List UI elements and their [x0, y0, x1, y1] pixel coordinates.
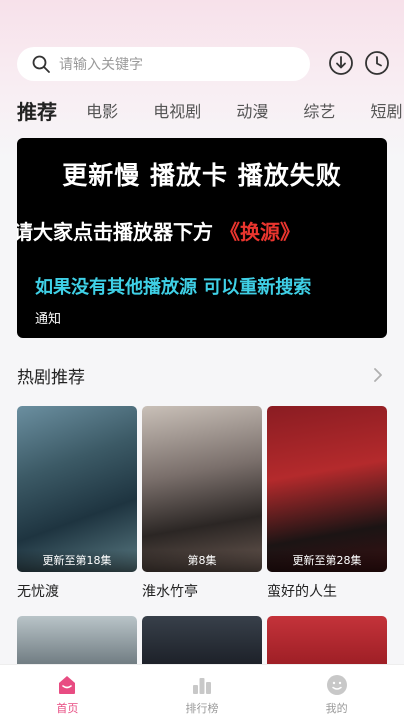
- home-icon: [59, 676, 76, 694]
- banner-instruction: 请大家点击播放器下方 《换源》: [17, 216, 387, 245]
- episode-badge: 更新至第28集: [267, 550, 387, 572]
- banner-instruction-text: 请大家点击播放器下方: [17, 220, 220, 244]
- tab-anime[interactable]: 动漫: [236, 94, 268, 130]
- episode-badge: 更新至第18集: [17, 550, 137, 572]
- profile-icon: [326, 675, 347, 695]
- bottom-navigation: 首页 排行榜 我的: [0, 664, 404, 720]
- search-placeholder: 请输入关键字: [59, 57, 143, 73]
- drama-poster[interactable]: 更新至第18集: [17, 406, 137, 572]
- drama-poster[interactable]: 第8集: [142, 406, 262, 572]
- drama-card[interactable]: 第8集 淮水竹亭: [142, 406, 262, 601]
- banner-switch-source-text: 《换源》: [219, 220, 300, 244]
- nav-ranking-label: 排行榜: [185, 702, 219, 715]
- nav-profile-label: 我的: [325, 702, 348, 715]
- search-input[interactable]: 请输入关键字: [17, 47, 310, 81]
- category-tabs: 推荐 电影 电视剧 动漫 综艺 短剧: [17, 94, 404, 130]
- drama-poster[interactable]: 更新至第28集: [267, 406, 387, 572]
- banner-label: 通知: [35, 312, 62, 327]
- history-clock-icon[interactable]: [363, 49, 391, 77]
- drama-poster-partial[interactable]: [267, 616, 387, 666]
- section-title: 热剧推荐: [17, 368, 85, 388]
- banner-search-hint: 如果没有其他播放源 可以重新搜索: [35, 277, 312, 298]
- drama-poster-partial[interactable]: [142, 616, 262, 666]
- drama-card[interactable]: 更新至第18集 无忧渡: [17, 406, 137, 601]
- tab-recommend[interactable]: 推荐: [17, 94, 57, 130]
- search-icon: [32, 55, 50, 73]
- search-row: 请输入关键字: [17, 47, 394, 81]
- tab-movie[interactable]: 电影: [86, 94, 118, 130]
- drama-title: 蛮好的人生: [267, 584, 337, 600]
- nav-home-label: 首页: [56, 702, 79, 715]
- drama-card[interactable]: 更新至第28集 蛮好的人生: [267, 406, 387, 601]
- chevron-right-icon[interactable]: [372, 366, 384, 384]
- tab-short-drama[interactable]: 短剧: [371, 94, 403, 130]
- nav-home[interactable]: 首页: [0, 665, 135, 720]
- banner-headline: 更新慢 播放卡 播放失败: [62, 161, 342, 190]
- download-icon[interactable]: [327, 49, 355, 77]
- drama-title: 淮水竹亭: [142, 584, 198, 600]
- drama-poster-partial[interactable]: [17, 616, 137, 666]
- episode-badge: 第8集: [142, 550, 262, 572]
- tab-variety[interactable]: 综艺: [303, 94, 335, 130]
- drama-title: 无忧渡: [17, 584, 59, 600]
- tab-tv-series[interactable]: 电视剧: [153, 94, 201, 130]
- notice-banner[interactable]: 更新慢 播放卡 播放失败 请大家点击播放器下方 《换源》 如果没有其他播放源 可…: [17, 138, 387, 338]
- ranking-icon: [193, 678, 211, 694]
- nav-profile[interactable]: 我的: [269, 665, 404, 720]
- nav-ranking[interactable]: 排行榜: [135, 665, 270, 720]
